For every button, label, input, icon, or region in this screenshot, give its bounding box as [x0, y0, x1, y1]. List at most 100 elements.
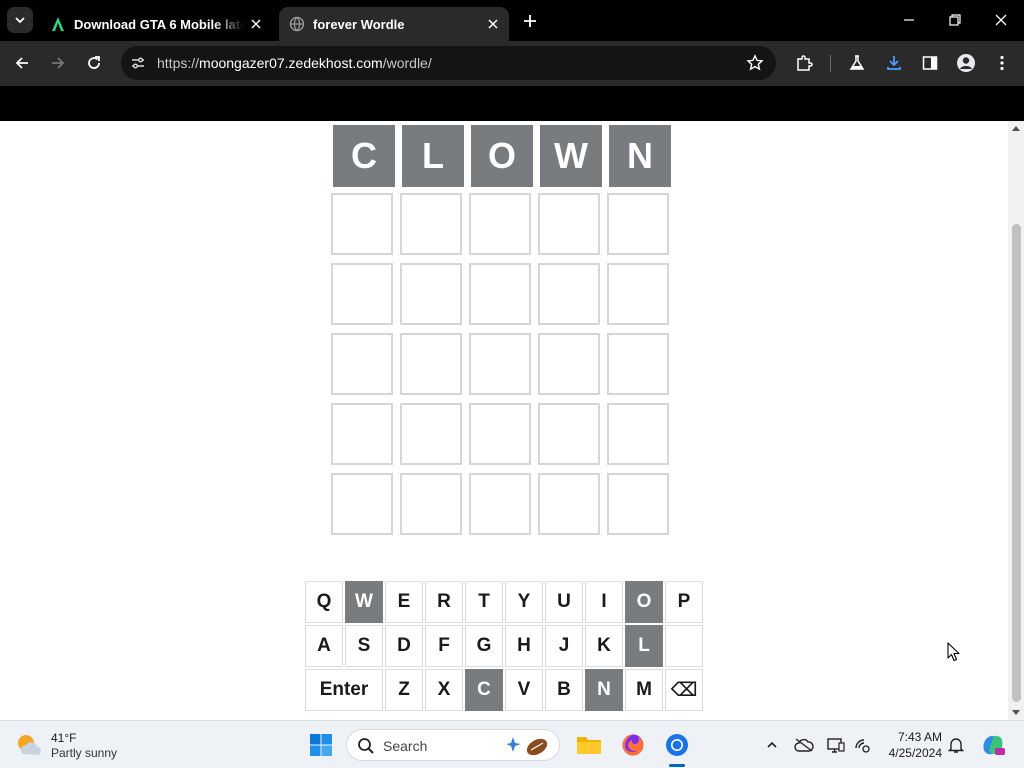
key-m[interactable]: M — [625, 669, 663, 711]
windows-taskbar: 41°F Partly sunny Search 7:43 AM 4/25/20… — [0, 720, 1024, 768]
key-v[interactable]: V — [505, 669, 543, 711]
close-tab-icon[interactable] — [485, 16, 501, 32]
back-button[interactable] — [9, 50, 35, 76]
address-bar[interactable]: https://moongazer07.zedekhost.com/wordle… — [121, 46, 776, 80]
page-scrollbar[interactable] — [1008, 121, 1024, 720]
key-n[interactable]: N — [585, 669, 623, 711]
board-tile — [538, 263, 600, 325]
key-q[interactable]: Q — [305, 581, 343, 623]
chrome-button[interactable] — [663, 731, 691, 759]
menu-button[interactable] — [989, 50, 1015, 76]
board-tile: C — [333, 125, 395, 187]
board-tile — [400, 403, 462, 465]
browser-toolbar: https://moongazer07.zedekhost.com/wordle… — [0, 41, 1024, 86]
key-s[interactable]: S — [345, 625, 383, 667]
clock-time: 7:43 AM — [897, 730, 942, 744]
url-scheme: https:// — [157, 55, 200, 71]
reload-icon — [88, 56, 100, 69]
url-host: moongazer07.zedekhost.com — [199, 55, 383, 71]
board-tile: N — [609, 125, 671, 187]
key-h[interactable]: H — [505, 625, 543, 667]
key-t[interactable]: T — [465, 581, 503, 623]
key-w[interactable]: W — [345, 581, 383, 623]
forward-button[interactable] — [45, 50, 71, 76]
key-j[interactable]: J — [545, 625, 583, 667]
system-clock[interactable]: 7:43 AM 4/25/2024 — [882, 729, 942, 761]
new-tab-button[interactable] — [519, 10, 541, 32]
board-tile — [607, 403, 669, 465]
key-g[interactable]: G — [465, 625, 503, 667]
active-app-indicator — [669, 764, 685, 767]
wordle-page: C L O W N Q W E R T Y U I O P A S D F G … — [0, 121, 1008, 720]
key-b[interactable]: B — [545, 669, 583, 711]
side-panel-button[interactable] — [917, 50, 943, 76]
tab-gta6[interactable]: Download GTA 6 Mobile latest — [40, 7, 272, 41]
key-c[interactable]: C — [465, 669, 503, 711]
key-z[interactable]: Z — [385, 669, 423, 711]
display-icon[interactable] — [826, 735, 846, 755]
key-o[interactable]: O — [625, 581, 663, 623]
onedrive-status-icon[interactable] — [794, 735, 814, 755]
board-tile — [469, 473, 531, 535]
folder-icon — [577, 737, 601, 754]
board-row — [331, 263, 671, 325]
backspace-key[interactable]: ⌫ — [665, 669, 703, 711]
firefox-button[interactable] — [619, 731, 647, 759]
key-d[interactable]: D — [385, 625, 423, 667]
close-tab-icon[interactable] — [248, 16, 264, 32]
scrollbar-thumb[interactable] — [1012, 224, 1021, 702]
weather-temperature: 41°F — [51, 731, 77, 745]
key-r[interactable]: R — [425, 581, 463, 623]
board-tile — [400, 473, 462, 535]
weather-condition: Partly sunny — [51, 746, 118, 760]
weather-widget[interactable]: 41°F Partly sunny — [15, 728, 145, 762]
plus-icon — [524, 15, 536, 27]
more-vertical-icon — [1000, 55, 1004, 71]
tab-search-button[interactable] — [7, 7, 33, 33]
key-f[interactable]: F — [425, 625, 463, 667]
key-blank[interactable] — [665, 625, 703, 667]
board-tile — [331, 473, 393, 535]
file-explorer-button[interactable] — [575, 731, 603, 759]
browser-tab-strip: Download GTA 6 Mobile latest forever Wor… — [0, 0, 1024, 41]
taskbar-search[interactable]: Search — [346, 729, 560, 761]
key-y[interactable]: Y — [505, 581, 543, 623]
restore-button[interactable] — [943, 8, 967, 32]
key-a[interactable]: A — [305, 625, 343, 667]
downloads-button[interactable] — [881, 50, 907, 76]
copilot-icon[interactable] — [980, 732, 1006, 758]
key-k[interactable]: K — [585, 625, 623, 667]
minimize-button[interactable] — [897, 8, 921, 32]
start-button[interactable] — [307, 731, 335, 759]
board-tile — [469, 403, 531, 465]
labs-button[interactable] — [844, 50, 870, 76]
network-settings-icon[interactable] — [852, 735, 872, 755]
key-enter[interactable]: Enter — [305, 669, 383, 711]
page-header-bar — [0, 86, 1024, 121]
key-i[interactable]: I — [585, 581, 623, 623]
board-tile — [538, 193, 600, 255]
board-tile: O — [471, 125, 533, 187]
close-window-button[interactable] — [989, 8, 1013, 32]
key-e[interactable]: E — [385, 581, 423, 623]
board-row — [331, 193, 671, 255]
key-u[interactable]: U — [545, 581, 583, 623]
show-hidden-icons-button[interactable] — [762, 735, 782, 755]
profile-button[interactable] — [953, 50, 979, 76]
url-text: https://moongazer07.zedekhost.com/wordle… — [157, 55, 432, 71]
site-settings-icon[interactable] — [129, 54, 147, 72]
extensions-button[interactable] — [791, 50, 817, 76]
notifications-bell-icon[interactable] — [946, 735, 966, 755]
bookmark-star-icon[interactable] — [746, 54, 764, 72]
scroll-down-arrow-icon[interactable] — [1012, 708, 1020, 716]
scroll-up-arrow-icon[interactable] — [1012, 125, 1020, 133]
board-tile — [607, 263, 669, 325]
reload-button[interactable] — [81, 50, 107, 76]
mouse-pointer-icon — [947, 642, 960, 662]
key-l[interactable]: L — [625, 625, 663, 667]
side-panel-icon — [922, 56, 938, 70]
tab-forever-wordle[interactable]: forever Wordle — [279, 7, 509, 41]
key-x[interactable]: X — [425, 669, 463, 711]
key-p[interactable]: P — [665, 581, 703, 623]
board-tile — [331, 403, 393, 465]
